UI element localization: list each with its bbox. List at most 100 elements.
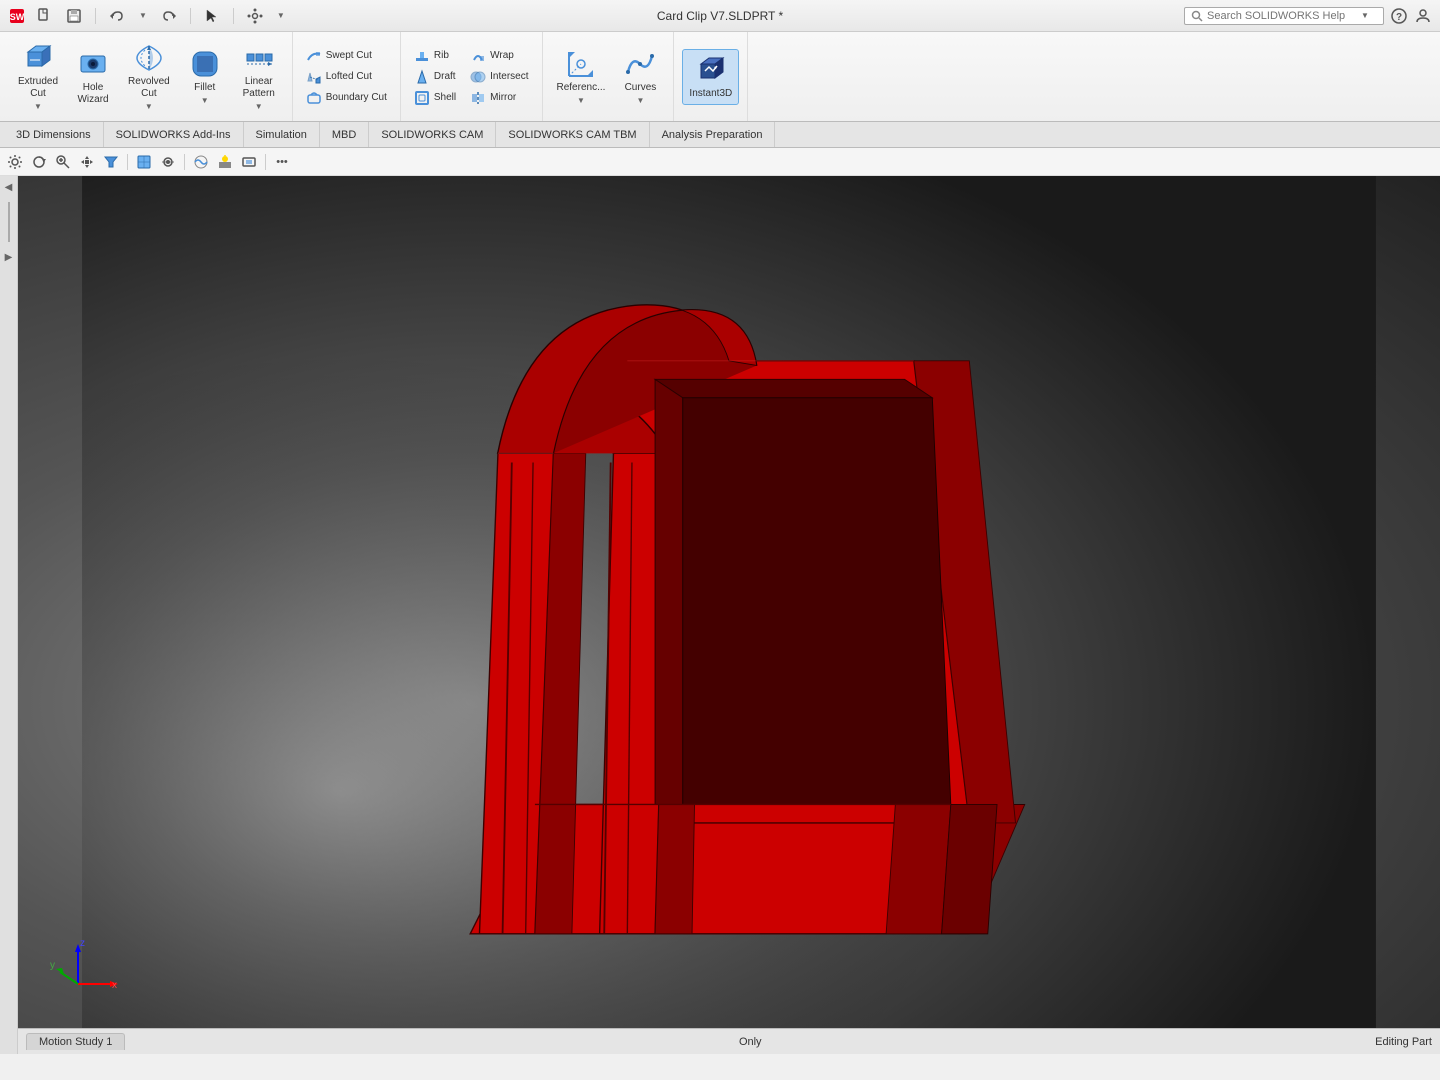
reference-geometry-label: Referenc... xyxy=(557,82,606,94)
lofted-cut-btn[interactable]: Lofted Cut xyxy=(301,67,392,87)
ribbon-group-tools: Rib Draft Shell Wrap xyxy=(401,32,543,121)
scene-btn[interactable] xyxy=(214,151,236,173)
undo-btn[interactable] xyxy=(105,6,129,26)
sep3 xyxy=(233,8,234,24)
tab-analysis-preparation[interactable]: Analysis Preparation xyxy=(650,122,776,147)
wrap-icon xyxy=(470,48,486,64)
collapse-left-btn[interactable]: ◀ xyxy=(2,180,16,194)
instant3d-icon xyxy=(695,54,727,86)
revolved-cut-icon xyxy=(133,42,165,74)
extruded-cut-dropdown[interactable]: ▼ xyxy=(34,102,42,111)
toolbar2: ••• xyxy=(0,148,1440,176)
linear-pattern-dropdown[interactable]: ▼ xyxy=(255,102,263,111)
zoom-btn[interactable] xyxy=(52,151,74,173)
new-btn[interactable] xyxy=(32,6,56,26)
instant3d-label: Instant3D xyxy=(689,88,732,100)
extruded-cut-label: ExtrudedCut xyxy=(18,76,58,100)
ribbon: ExtrudedCut ▼ HoleWizard xyxy=(0,32,1440,122)
sep-toolbar2b xyxy=(184,154,185,170)
shell-icon xyxy=(414,90,430,106)
extruded-cut-btn[interactable]: ExtrudedCut ▼ xyxy=(12,38,64,115)
sep-toolbar2 xyxy=(127,154,128,170)
sep2 xyxy=(190,8,191,24)
mirror-btn[interactable]: Mirror xyxy=(465,88,533,108)
fillet-dropdown[interactable]: ▼ xyxy=(201,96,209,105)
left-divider xyxy=(8,202,10,242)
options-btn[interactable] xyxy=(243,6,267,26)
cursor-btn[interactable] xyxy=(200,6,224,26)
ribbon-group-main: ExtrudedCut ▼ HoleWizard xyxy=(4,32,293,121)
more-btn[interactable]: ••• xyxy=(271,151,293,173)
tools-right-stack: Wrap Intersect Mirror xyxy=(465,46,533,108)
instant3d-btn[interactable]: Instant3D xyxy=(682,49,739,105)
status-left: Only xyxy=(739,1036,762,1048)
expand-left-btn[interactable]: ▶ xyxy=(2,250,16,264)
tab-solidworks-cam[interactable]: SOLIDWORKS CAM xyxy=(369,122,496,147)
reference-geometry-icon xyxy=(565,48,597,80)
curves-dropdown[interactable]: ▼ xyxy=(636,96,644,105)
tab-solidworks-addins[interactable]: SOLIDWORKS Add-Ins xyxy=(104,122,244,147)
swept-cut-btn[interactable]: Swept Cut xyxy=(301,46,392,66)
hide-show-btn[interactable] xyxy=(157,151,179,173)
draft-btn[interactable]: Draft xyxy=(409,67,461,87)
view-settings2-btn[interactable] xyxy=(238,151,260,173)
rotate-view-btn[interactable] xyxy=(28,151,50,173)
linear-pattern-icon xyxy=(243,42,275,74)
fillet-btn[interactable]: Fillet ▼ xyxy=(180,44,230,109)
selection-filter-btn[interactable] xyxy=(100,151,122,173)
curves-btn[interactable]: Curves ▼ xyxy=(615,44,665,109)
hole-wizard-icon xyxy=(77,48,109,80)
lofted-cut-icon xyxy=(306,69,322,85)
tab-mbd[interactable]: MBD xyxy=(320,122,369,147)
axis-indicator: z x y xyxy=(48,934,128,994)
intersect-label: Intersect xyxy=(490,71,528,82)
swept-cut-label: Swept Cut xyxy=(326,50,372,61)
appearance-btn[interactable] xyxy=(190,151,212,173)
ribbon-group-instant3d: Instant3D xyxy=(674,32,748,121)
search-input[interactable] xyxy=(1207,10,1357,22)
hole-wizard-label: HoleWizard xyxy=(77,82,108,106)
mirror-icon xyxy=(470,90,486,106)
fillet-icon xyxy=(189,48,221,80)
extruded-cut-icon xyxy=(22,42,54,74)
sw-logo-icon[interactable]: SW xyxy=(8,7,26,25)
tab-simulation[interactable]: Simulation xyxy=(244,122,320,147)
wrap-btn[interactable]: Wrap xyxy=(465,46,533,66)
pan-btn[interactable] xyxy=(76,151,98,173)
search-icon xyxy=(1191,10,1203,22)
left-panel: ◀ ▶ xyxy=(0,176,18,1054)
sep-toolbar2c xyxy=(265,154,266,170)
undo-dropdown[interactable]: ▼ xyxy=(135,9,151,22)
sep1 xyxy=(95,8,96,24)
display-style-btn[interactable] xyxy=(133,151,155,173)
search-dropdown[interactable]: ▼ xyxy=(1361,11,1369,20)
user-icon[interactable] xyxy=(1414,7,1432,25)
ribbon-group-ref-curves: Referenc... ▼ Curves ▼ xyxy=(543,32,675,121)
tools-left-stack: Rib Draft Shell xyxy=(409,46,461,108)
save-btn[interactable] xyxy=(62,6,86,26)
shell-btn[interactable]: Shell xyxy=(409,88,461,108)
boundary-cut-btn[interactable]: Boundary Cut xyxy=(301,88,392,108)
revolved-cut-dropdown[interactable]: ▼ xyxy=(145,102,153,111)
help-icon[interactable]: ? xyxy=(1390,7,1408,25)
linear-pattern-btn[interactable]: LinearPattern ▼ xyxy=(234,38,284,115)
motion-study-tab[interactable]: Motion Study 1 xyxy=(26,1033,125,1050)
3d-model xyxy=(18,176,1440,1054)
view-settings-btn[interactable] xyxy=(4,151,26,173)
reference-geometry-btn[interactable]: Referenc... ▼ xyxy=(551,44,612,109)
rib-btn[interactable]: Rib xyxy=(409,46,461,66)
hole-wizard-btn[interactable]: HoleWizard xyxy=(68,44,118,110)
viewport[interactable]: z x y Motion Study 1 Only Editing Part xyxy=(18,176,1440,1054)
reference-dropdown[interactable]: ▼ xyxy=(577,96,585,105)
tab-solidworks-cam-tbm[interactable]: SOLIDWORKS CAM TBM xyxy=(496,122,649,147)
search-bar[interactable]: ▼ xyxy=(1184,7,1384,25)
revolved-cut-btn[interactable]: RevolvedCut ▼ xyxy=(122,38,176,115)
tabbar: 3D Dimensions SOLIDWORKS Add-Ins Simulat… xyxy=(0,122,1440,148)
redo-btn[interactable] xyxy=(157,6,181,26)
wrap-label: Wrap xyxy=(490,50,514,61)
intersect-btn[interactable]: Intersect xyxy=(465,67,533,87)
tab-3d-dimensions[interactable]: 3D Dimensions xyxy=(4,122,104,147)
x-axis-label: x xyxy=(112,980,117,991)
status-right: Editing Part xyxy=(1375,1036,1432,1048)
options-dropdown[interactable]: ▼ xyxy=(273,9,289,22)
